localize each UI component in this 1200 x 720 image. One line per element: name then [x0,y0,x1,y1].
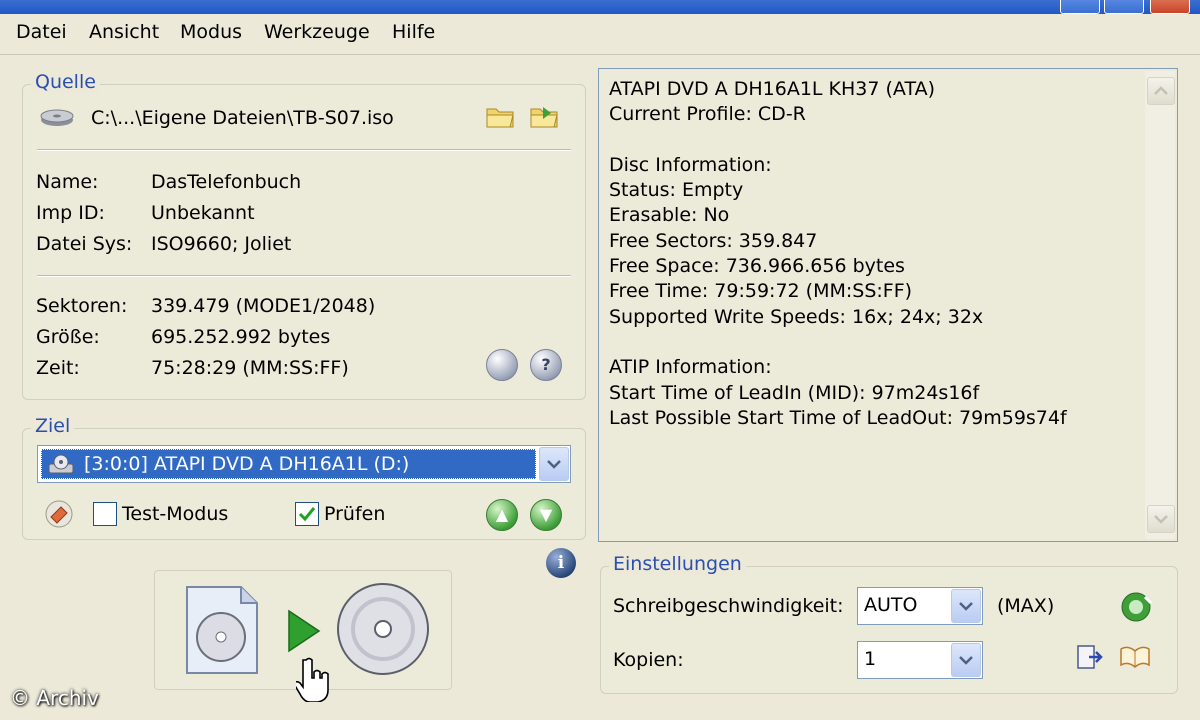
disc-icon [337,583,429,675]
vertical-scrollbar[interactable] [1145,71,1175,539]
chevron-down-icon [959,656,973,665]
info-line: Supported Write Speeds: 16x; 24x; 32x [609,305,984,328]
time-label: Zeit: [36,357,80,379]
name-label: Name: [36,171,99,193]
source-path: C:\...\Eigene Dateien\TB-S07.iso [91,107,394,129]
file-system-value: ISO9660; Joliet [151,233,292,255]
load-tray-icon[interactable]: ▲ [486,499,518,531]
disk-image-icon [40,109,74,126]
sectors-label: Sektoren: [36,295,128,317]
menu-bar: Datei Ansicht Modus Werkzeuge Hilfe [0,14,1200,55]
menu-werkzeuge[interactable]: Werkzeuge [264,21,370,43]
watermark: © Archiv [10,686,99,710]
verify-checkbox[interactable] [295,502,319,526]
source-legend: Quelle [31,71,100,93]
separator [37,275,571,277]
hand-cursor-icon [296,657,329,702]
menu-ansicht[interactable]: Ansicht [89,21,159,43]
info-line: Last Possible Start Time of LeadOut: 79m… [609,406,1067,429]
copies-dropdown-button[interactable] [951,643,981,677]
chevron-up-icon [1154,86,1168,95]
settings-legend: Einstellungen [609,553,746,575]
target-drive-dropdown-button[interactable] [539,447,569,481]
write-speed-value: AUTO [864,594,918,616]
play-icon [288,609,321,653]
size-label: Größe: [36,326,100,348]
file-system-label: Datei Sys: [36,233,133,255]
imp-id-label: Imp ID: [36,202,105,224]
info-icon[interactable]: i [546,548,576,578]
name-value: DasTelefonbuch [151,171,302,193]
minimize-button[interactable] [1060,0,1100,14]
scroll-down-button[interactable] [1147,505,1175,533]
eject-tray-icon[interactable]: ▼ [530,499,562,531]
target-group: Ziel [3:0:0] ATAPI DVD A DH16A1L (D:) Te… [22,415,586,540]
info-line: Current Profile: CD-R [609,103,806,126]
source-group: Quelle C:\...\Eigene Dateien\TB-S07.iso … [22,71,586,400]
chevron-down-icon [959,602,973,611]
info-line: Free Sectors: 359.847 [609,229,818,252]
menu-modus[interactable]: Modus [180,21,242,43]
sectors-value: 339.479 (MODE1/2048) [151,295,376,317]
info-line: Start Time of LeadIn (MID): 97m24s16f [609,381,980,404]
verify-label: Prüfen [324,503,386,525]
info-line: ATIP Information: [609,356,772,379]
menu-hilfe[interactable]: Hilfe [392,21,435,43]
browse-folder-icon[interactable] [529,103,559,129]
target-drive-value: [3:0:0] ATAPI DVD A DH16A1L (D:) [84,453,410,475]
write-speed-select[interactable]: AUTO [857,587,983,625]
size-value: 695.252.992 bytes [151,326,331,348]
info-line: ATAPI DVD A DH16A1L KH37 (ATA) [609,78,935,100]
time-value: 75:28:29 (MM:SS:FF) [151,357,349,379]
refresh-speed-icon[interactable] [1119,591,1153,623]
open-folder-icon[interactable] [485,103,515,129]
settings-group: Einstellungen Schreibgeschwindigkeit: AU… [600,553,1178,694]
write-speed-dropdown-button[interactable] [951,589,981,623]
test-mode-checkbox[interactable] [93,502,117,526]
info-line [609,128,1067,153]
disc-info-icon[interactable] [486,349,518,381]
image-file-icon [186,586,258,674]
maximize-button[interactable] [1104,0,1144,14]
help-icon[interactable]: ? [530,349,562,381]
write-speed-max: (MAX) [997,595,1055,617]
device-info-text: ATAPI DVD A DH16A1L KH37 (ATA) Current P… [609,77,1067,431]
log-book-icon[interactable] [1119,643,1151,671]
target-legend: Ziel [31,415,75,437]
chevron-down-icon [547,460,561,469]
write-speed-label: Schreibgeschwindigkeit: [613,595,844,617]
test-mode-label: Test-Modus [122,503,229,525]
info-line: Erasable: No [609,204,730,227]
eraser-icon[interactable] [43,499,75,529]
info-line: Status: Empty [609,179,744,202]
close-button[interactable] [1150,0,1190,14]
imp-id-value: Unbekannt [151,202,255,224]
scroll-up-button[interactable] [1147,77,1175,105]
device-info-box[interactable]: ATAPI DVD A DH16A1L KH37 (ATA) Current P… [598,68,1178,542]
info-line: Free Time: 79:59:72 (MM:SS:FF) [609,280,913,303]
info-line [609,330,1067,355]
copies-select[interactable]: 1 [857,641,983,679]
export-icon[interactable] [1075,643,1105,673]
info-line: Disc Information: [609,153,772,176]
drive-selection-highlight: [3:0:0] ATAPI DVD A DH16A1L (D:) [41,449,536,479]
chevron-down-icon [1154,515,1168,524]
cd-drive-icon [48,454,74,474]
copies-label: Kopien: [613,649,684,671]
title-bar [0,0,1200,14]
info-line: Free Space: 736.966.656 bytes [609,255,905,278]
copies-value: 1 [864,648,877,670]
checkmark-icon [298,507,316,522]
target-drive-select[interactable]: [3:0:0] ATAPI DVD A DH16A1L (D:) [37,445,571,483]
menu-datei[interactable]: Datei [16,21,67,43]
separator [37,149,571,151]
